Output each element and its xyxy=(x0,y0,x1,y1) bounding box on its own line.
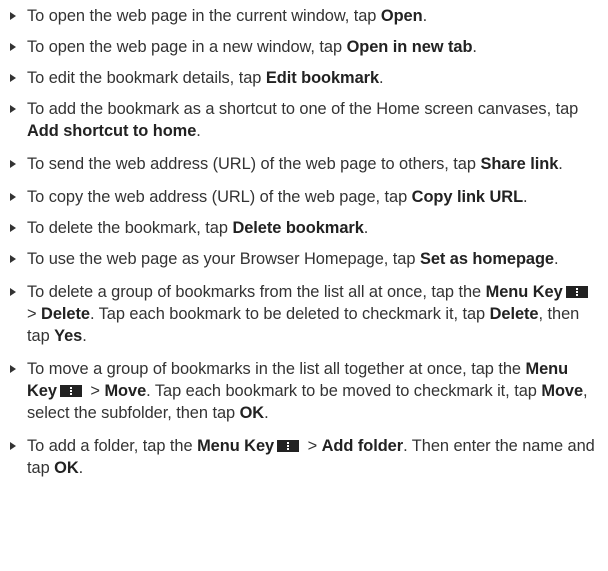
item-emphasis: Yes xyxy=(54,327,83,345)
item-emphasis: Delete bookmark xyxy=(232,219,364,237)
item-text: . xyxy=(78,459,84,477)
item-text: . xyxy=(558,155,563,173)
bookmark-options-list: To open the web page in the current wind… xyxy=(10,5,598,479)
item-emphasis: OK xyxy=(239,404,265,422)
bullet-icon xyxy=(10,193,16,201)
list-item-delete-bookmark: To delete the bookmark, tap Delete bookm… xyxy=(10,217,598,239)
menu-key-icon xyxy=(277,440,300,452)
item-text: To add the bookmark as a shortcut to one… xyxy=(27,100,579,118)
item-emphasis: Move xyxy=(104,382,147,400)
item-text: To use the web page as your Browser Home… xyxy=(27,250,420,268)
list-item-move-group: To move a group of bookmarks in the list… xyxy=(10,358,598,424)
item-text: To add a folder, tap the xyxy=(27,437,198,455)
list-item-share-link: To send the web address (URL) of the web… xyxy=(10,153,598,175)
item-text: . xyxy=(264,404,269,422)
manual-page: To open the web page in the current wind… xyxy=(0,0,608,571)
bullet-icon xyxy=(10,12,16,20)
list-item-copy-link-url: To copy the web address (URL) of the web… xyxy=(10,186,598,208)
menu-key-icon xyxy=(59,385,82,397)
bullet-icon xyxy=(10,442,16,450)
item-emphasis: Copy link URL xyxy=(411,188,524,206)
bullet-icon xyxy=(10,160,16,168)
list-item-open: To open the web page in the current wind… xyxy=(10,5,598,27)
item-text: To delete a group of bookmarks from the … xyxy=(27,283,486,301)
item-text: To copy the web address (URL) of the web… xyxy=(27,188,412,206)
item-emphasis: Menu Key xyxy=(485,283,563,301)
bullet-icon xyxy=(10,255,16,263)
item-text: . xyxy=(196,122,201,140)
bullet-icon xyxy=(10,43,16,51)
item-emphasis: Menu Key xyxy=(197,437,275,455)
item-emphasis: Delete xyxy=(489,305,539,323)
list-item-add-shortcut: To add the bookmark as a shortcut to one… xyxy=(10,98,598,142)
item-text: To delete the bookmark, tap xyxy=(27,219,233,237)
bullet-icon xyxy=(10,288,16,296)
item-text: . xyxy=(363,219,369,237)
item-text: To move a group of bookmarks in the list… xyxy=(27,360,526,378)
item-emphasis: Add shortcut to home xyxy=(27,122,197,140)
item-text: . xyxy=(379,69,384,87)
item-text: . xyxy=(422,7,428,25)
item-emphasis: Move xyxy=(541,382,584,400)
list-item-delete-group: To delete a group of bookmarks from the … xyxy=(10,281,598,347)
list-item-set-homepage: To use the web page as your Browser Home… xyxy=(10,248,598,270)
item-text: . xyxy=(523,188,528,206)
item-emphasis: Edit bookmark xyxy=(265,69,380,87)
item-text: To send the web address (URL) of the web… xyxy=(27,155,481,173)
list-item-add-folder: To add a folder, tap the Menu Key > Add … xyxy=(10,435,598,479)
item-emphasis: Add folder xyxy=(321,437,404,455)
item-text: . Tap each bookmark to be moved to check… xyxy=(146,382,542,400)
item-emphasis: Share link xyxy=(480,155,559,173)
item-text: To open the web page in the current wind… xyxy=(27,7,381,25)
menu-key-icon xyxy=(565,286,588,298)
item-text: . xyxy=(472,38,477,56)
item-emphasis: Delete xyxy=(41,305,90,323)
item-emphasis: Open in new tab xyxy=(346,38,473,56)
bullet-icon xyxy=(10,105,16,113)
item-text: . xyxy=(82,327,87,345)
item-text: > xyxy=(303,437,322,455)
list-item-edit-bookmark: To edit the bookmark details, tap Edit b… xyxy=(10,67,598,89)
item-emphasis: Set as homepage xyxy=(419,250,555,268)
item-text: . Tap each bookmark to be deleted to che… xyxy=(89,305,490,323)
bullet-icon xyxy=(10,74,16,82)
item-text: . xyxy=(554,250,559,268)
item-emphasis: OK xyxy=(54,459,79,477)
item-text: To open the web page in a new window, ta… xyxy=(27,38,347,56)
item-text: To edit the bookmark details, tap xyxy=(27,69,266,87)
item-emphasis: Open xyxy=(380,7,423,25)
bullet-icon xyxy=(10,365,16,373)
item-text: > xyxy=(27,305,42,323)
list-item-open-new-tab: To open the web page in a new window, ta… xyxy=(10,36,598,58)
bullet-icon xyxy=(10,224,16,232)
item-text: > xyxy=(85,382,105,400)
